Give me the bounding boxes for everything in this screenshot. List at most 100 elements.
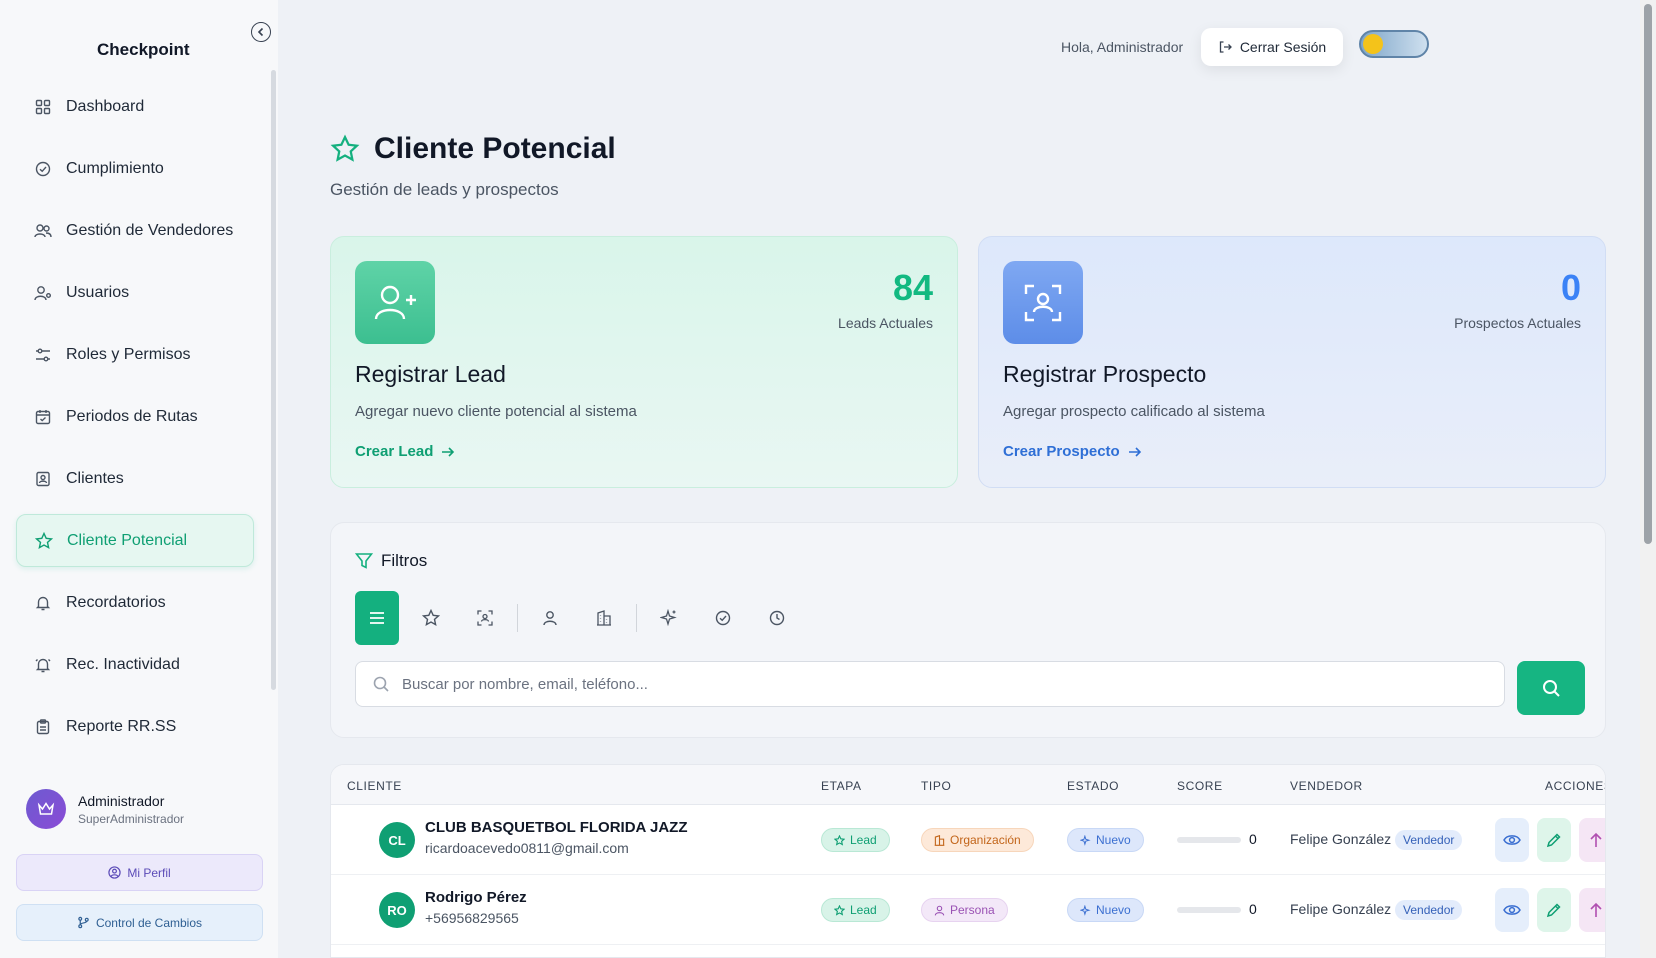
table-row[interactable]: CL CLUB BASQUETBOL FLORIDA JAZZ ricardoa… (331, 805, 1605, 875)
score-value: 0 (1249, 831, 1257, 847)
filter-new-tab[interactable] (647, 591, 691, 645)
star-icon (422, 609, 440, 626)
sidebar-item-recordatorios[interactable]: Recordatorios (16, 576, 254, 629)
sparkle-icon (1080, 834, 1091, 846)
column-header-etapa[interactable]: ETAPA (821, 779, 862, 793)
collapse-sidebar-button[interactable] (251, 22, 271, 42)
type-badge: Persona (921, 898, 1008, 922)
sidebar-item-dashboard[interactable]: Dashboard (16, 80, 254, 133)
sidebar: Checkpoint Dashboard Cumplimiento Gestió… (0, 0, 278, 958)
edit-button[interactable] (1537, 888, 1571, 932)
logout-button[interactable]: Cerrar Sesión (1201, 28, 1343, 66)
client-contact: +56956829565 (425, 910, 519, 926)
sidebar-item-vendedores[interactable]: Gestión de Vendedores (16, 204, 254, 257)
column-header-estado[interactable]: ESTADO (1067, 779, 1119, 793)
filter-qualified-tab[interactable] (701, 591, 745, 645)
create-prospect-link[interactable]: Crear Prospecto (1003, 443, 1142, 460)
change-control-button[interactable]: Control de Cambios (16, 904, 263, 941)
theme-toggle[interactable] (1359, 30, 1429, 58)
sidebar-item-cumplimiento[interactable]: Cumplimiento (16, 142, 254, 195)
user-scan-icon (1003, 261, 1083, 344)
register-lead-card[interactable]: 84 Leads Actuales Registrar Lead Agregar… (330, 236, 958, 488)
client-avatar: CL (379, 822, 415, 858)
sidebar-item-label: Gestión de Vendedores (66, 221, 234, 239)
my-profile-button[interactable]: Mi Perfil (16, 854, 263, 891)
search-icon (373, 676, 389, 692)
column-header-cliente[interactable]: CLIENTE (347, 779, 402, 793)
sidebar-item-label: Rec. Inactividad (66, 655, 180, 673)
filter-leads-tab[interactable] (409, 591, 453, 645)
edit-button[interactable] (1537, 818, 1571, 862)
status-label: Nuevo (1096, 903, 1131, 917)
contact-card-icon (34, 470, 52, 488)
building-icon (934, 834, 945, 846)
promote-button[interactable] (1579, 818, 1605, 862)
grid-icon (34, 98, 52, 116)
clock-icon (769, 610, 785, 626)
column-header-tipo[interactable]: TIPO (921, 779, 951, 793)
star-icon (834, 834, 845, 846)
card-description: Agregar nuevo cliente potencial al siste… (355, 403, 637, 420)
filter-organization-tab[interactable] (582, 591, 626, 645)
sidebar-item-label: Usuarios (66, 283, 130, 301)
eye-icon (1503, 905, 1521, 915)
sidebar-item-label: Recordatorios (66, 593, 166, 611)
sidebar-scrollbar[interactable] (271, 70, 276, 690)
git-branch-icon (78, 916, 89, 929)
page-scrollbar[interactable] (1640, 0, 1656, 958)
chevron-left-icon (257, 27, 264, 37)
sidebar-item-reporte-rrss[interactable]: Reporte RR.SS (16, 700, 254, 753)
greeting-text: Hola, Administrador (1061, 39, 1184, 55)
client-name: Rodrigo Pérez (425, 889, 527, 906)
logout-icon (1219, 41, 1232, 53)
create-lead-label: Crear Lead (355, 443, 434, 460)
calendar-icon (34, 408, 52, 426)
filter-tabs (355, 591, 799, 645)
sidebar-item-clientes[interactable]: Clientes (16, 452, 254, 505)
sidebar-item-cliente-potencial[interactable]: Cliente Potencial (16, 514, 254, 567)
score-value: 0 (1249, 901, 1257, 917)
filter-prospects-tab[interactable] (463, 591, 507, 645)
page-scrollbar-thumb[interactable] (1644, 4, 1652, 544)
column-header-vendedor[interactable]: VENDEDOR (1290, 779, 1363, 793)
status-badge: Nuevo (1067, 898, 1144, 922)
view-button[interactable] (1495, 888, 1529, 932)
leads-count-label: Leads Actuales (838, 315, 933, 331)
profile-role: SuperAdministrador (78, 811, 185, 826)
user-gear-icon (34, 284, 52, 302)
star-icon (330, 134, 360, 162)
main-content: Hola, Administrador Cerrar Sesión Client… (278, 0, 1638, 958)
check-circle-icon (715, 610, 731, 626)
search-icon (1543, 680, 1560, 697)
avatar (26, 789, 66, 829)
filter-icon (355, 553, 373, 569)
type-badge: Organización (921, 828, 1034, 852)
score-bar (1177, 837, 1241, 843)
filter-person-tab[interactable] (528, 591, 572, 645)
filter-all-tab[interactable] (355, 591, 399, 645)
register-prospect-card[interactable]: 0 Prospectos Actuales Registrar Prospect… (978, 236, 1606, 488)
score-bar (1177, 907, 1241, 913)
promote-button[interactable] (1579, 888, 1605, 932)
sidebar-item-usuarios[interactable]: Usuarios (16, 266, 254, 319)
search-button[interactable] (1517, 661, 1585, 715)
leads-count: 84 (892, 267, 933, 308)
column-header-score[interactable]: SCORE (1177, 779, 1223, 793)
vendor-name: Felipe González (1290, 831, 1392, 847)
logout-label: Cerrar Sesión (1239, 39, 1327, 55)
search-input[interactable]: Buscar por nombre, email, teléfono... (355, 661, 1505, 707)
column-header-acciones: ACCIONES (1545, 779, 1606, 793)
table-row[interactable]: RO Rodrigo Pérez +56956829565 Lead Perso… (331, 875, 1605, 945)
type-label: Persona (950, 903, 995, 917)
stage-label: Lead (850, 833, 877, 847)
create-lead-link[interactable]: Crear Lead (355, 443, 455, 460)
sidebar-item-roles[interactable]: Roles y Permisos (16, 328, 254, 381)
sidebar-item-label: Roles y Permisos (66, 345, 191, 363)
user-profile[interactable]: Administrador SuperAdministrador (16, 778, 258, 840)
sidebar-item-label: Cumplimiento (66, 159, 164, 177)
prospects-count-label: Prospectos Actuales (1454, 315, 1581, 331)
sidebar-item-rec-inactividad[interactable]: Rec. Inactividad (16, 638, 254, 691)
sidebar-item-periodos[interactable]: Periodos de Rutas (16, 390, 254, 443)
filter-pending-tab[interactable] (755, 591, 799, 645)
view-button[interactable] (1495, 818, 1529, 862)
